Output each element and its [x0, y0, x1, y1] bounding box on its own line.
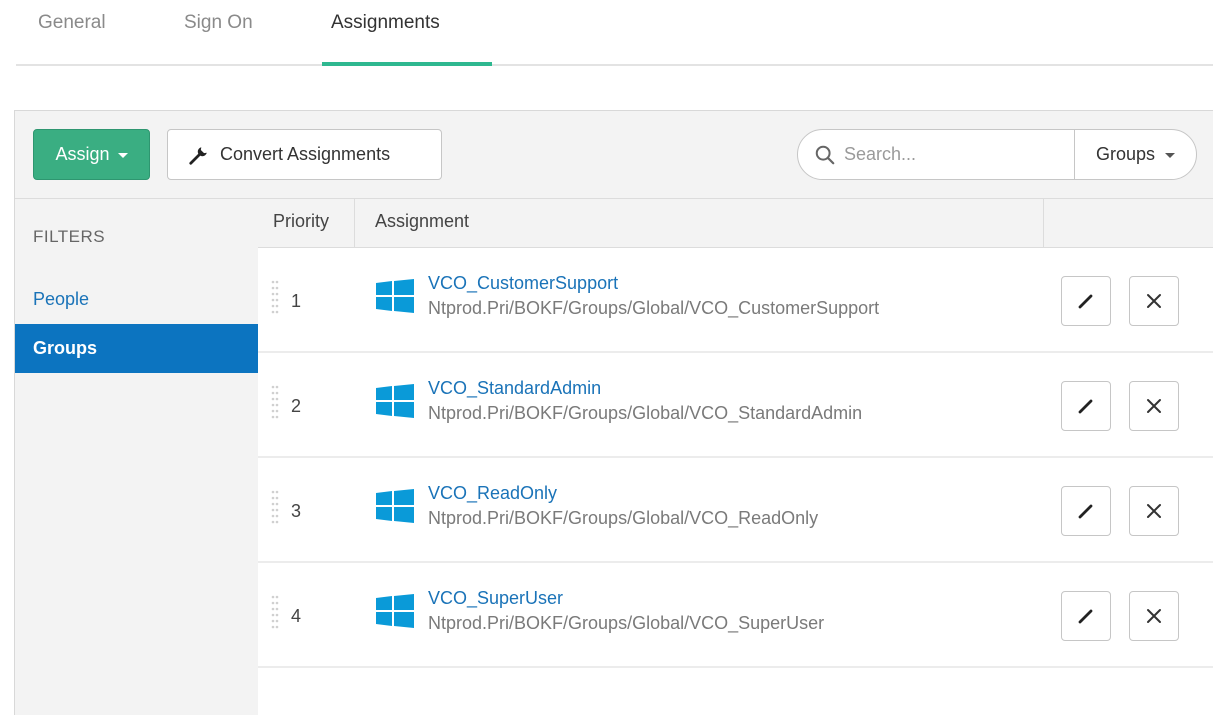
chevron-down-icon — [1165, 153, 1176, 158]
remove-button[interactable] — [1129, 591, 1179, 641]
close-icon — [1147, 504, 1161, 518]
edit-button[interactable] — [1061, 276, 1111, 326]
table-row: 3 VCO_ReadOnly Ntprod.Pri/BOKF/Groups/Gl… — [258, 459, 1213, 563]
tab-sign-on[interactable]: Sign On — [184, 12, 253, 66]
edit-button[interactable] — [1061, 486, 1111, 536]
priority-value: 1 — [291, 291, 302, 311]
wrench-icon — [189, 146, 207, 165]
tab-general[interactable]: General — [38, 12, 106, 66]
assignments-panel: Assign Convert Assignments Groups — [14, 110, 1213, 715]
assignment-path: Ntprod.Pri/BOKF/Groups/Global/VCO_SuperU… — [428, 613, 825, 633]
drag-handle-icon[interactable] — [270, 594, 280, 634]
tab-assignments[interactable]: Assignments — [331, 12, 440, 66]
priority-column-header[interactable]: Priority — [258, 199, 355, 248]
assignment-name-link[interactable]: VCO_SuperUser — [428, 588, 563, 609]
search-scope-label: Groups — [1095, 144, 1156, 164]
remove-button[interactable] — [1129, 381, 1179, 431]
drag-handle-icon[interactable] — [270, 384, 280, 424]
table-header: Priority Assignment — [258, 199, 1213, 248]
search-box: Groups — [797, 129, 1197, 180]
filter-groups[interactable]: Groups — [15, 324, 258, 373]
windows-icon — [376, 384, 414, 418]
pencil-icon — [1078, 294, 1093, 309]
table-row: 4 VCO_SuperUser Ntprod.Pri/BOKF/Groups/G… — [258, 564, 1213, 668]
assignment-path: Ntprod.Pri/BOKF/Groups/Global/VCO_Standa… — [428, 403, 863, 423]
tab-bar: General Sign On Assignments — [16, 0, 1213, 66]
pencil-icon — [1078, 504, 1093, 519]
windows-icon — [376, 279, 414, 313]
priority-value: 4 — [291, 606, 302, 626]
assignment-path: Ntprod.Pri/BOKF/Groups/Global/VCO_Custom… — [428, 298, 880, 318]
pencil-icon — [1078, 399, 1093, 414]
assignment-column-header[interactable]: Assignment — [355, 199, 1044, 248]
drag-handle-icon[interactable] — [270, 489, 280, 529]
filters-sidebar: FILTERS People Groups — [15, 199, 258, 715]
actions-column-header — [1044, 199, 1213, 248]
toolbar: Assign Convert Assignments Groups — [15, 111, 1213, 199]
assignment-name-link[interactable]: VCO_StandardAdmin — [428, 378, 601, 399]
search-field — [798, 130, 1075, 179]
assign-button[interactable]: Assign — [33, 129, 150, 180]
convert-assignments-label: Convert Assignments — [220, 144, 391, 164]
search-input[interactable] — [844, 144, 1044, 165]
drag-handle-icon[interactable] — [270, 279, 280, 319]
edit-button[interactable] — [1061, 591, 1111, 641]
chevron-down-icon — [117, 153, 128, 158]
pencil-icon — [1078, 609, 1093, 624]
assignment-name-link[interactable]: VCO_ReadOnly — [428, 483, 557, 504]
assignment-name-link[interactable]: VCO_CustomerSupport — [428, 273, 618, 294]
assignments-table: Priority Assignment 1 VCO_CustomerSuppor… — [258, 199, 1213, 715]
search-icon — [815, 145, 835, 164]
assignment-path: Ntprod.Pri/BOKF/Groups/Global/VCO_ReadOn… — [428, 508, 819, 528]
filter-people[interactable]: People — [15, 275, 258, 324]
remove-button[interactable] — [1129, 276, 1179, 326]
table-row: 1 VCO_CustomerSupport Ntprod.Pri/BOKF/Gr… — [258, 249, 1213, 353]
convert-assignments-button[interactable]: Convert Assignments — [167, 129, 442, 180]
assign-button-label: Assign — [55, 144, 110, 164]
search-scope-dropdown[interactable]: Groups — [1075, 130, 1196, 179]
priority-value: 2 — [291, 396, 302, 416]
active-tab-indicator — [322, 62, 492, 66]
edit-button[interactable] — [1061, 381, 1111, 431]
windows-icon — [376, 489, 414, 523]
remove-button[interactable] — [1129, 486, 1179, 536]
priority-value: 3 — [291, 501, 302, 521]
table-row: 2 VCO_StandardAdmin Ntprod.Pri/BOKF/Grou… — [258, 354, 1213, 458]
close-icon — [1147, 399, 1161, 413]
windows-icon — [376, 594, 414, 628]
close-icon — [1147, 294, 1161, 308]
close-icon — [1147, 609, 1161, 623]
filters-heading: FILTERS — [33, 227, 106, 246]
